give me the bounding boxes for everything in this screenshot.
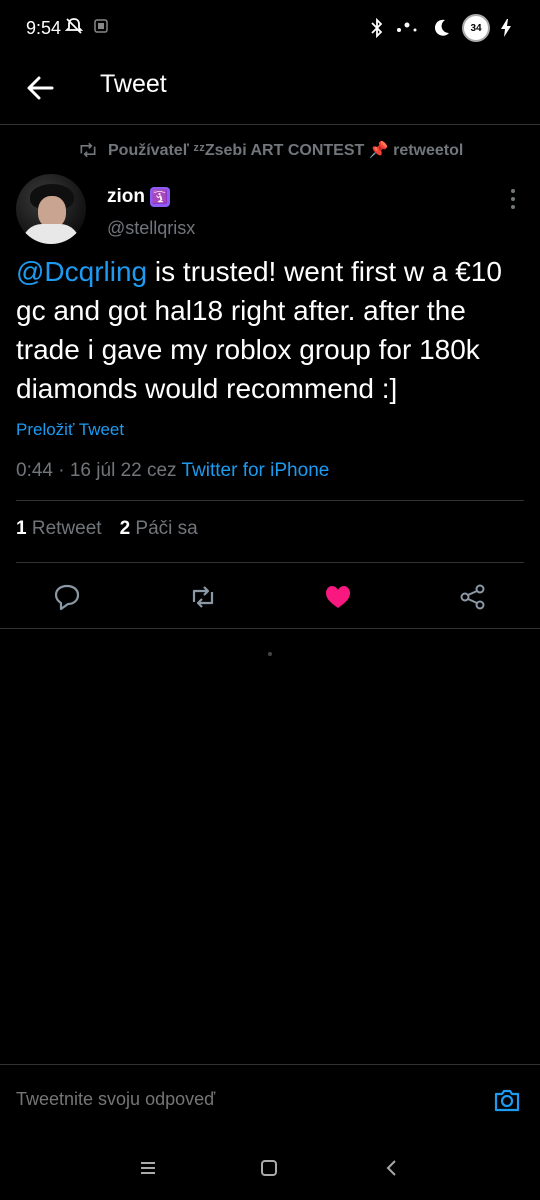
likes-count: 2: [119, 518, 131, 539]
tweet-text: @Dcqrling is trusted! went first w a €10…: [16, 252, 526, 408]
author-handle[interactable]: @stellqrisx: [107, 218, 195, 239]
home-icon[interactable]: [257, 1156, 281, 1180]
author-name-text: zion: [107, 186, 145, 207]
retweets-stat[interactable]: 1 Retweet: [16, 518, 102, 540]
retweet-icon[interactable]: [188, 582, 218, 612]
divider: [16, 500, 524, 501]
author-name[interactable]: zion 🛐: [107, 186, 170, 208]
mute-notification-icon: [64, 18, 84, 34]
back-nav-icon[interactable]: [380, 1156, 404, 1180]
reply-icon[interactable]: [52, 582, 82, 612]
battery-icon: 34: [462, 14, 490, 42]
tweet-actions: [0, 570, 540, 628]
recent-apps-icon[interactable]: [136, 1156, 160, 1180]
back-arrow-icon[interactable]: [22, 70, 58, 106]
retweets-label: Retweet: [31, 518, 102, 539]
bluetooth-icon: [371, 18, 383, 38]
divider: [0, 628, 540, 629]
system-nav-bar: [0, 1136, 540, 1200]
reply-bar: [0, 1064, 540, 1129]
tweet-meta: 0:44 · 16 júl 22 cez Twitter for iPhone: [16, 460, 329, 482]
page-title: Tweet: [100, 70, 167, 98]
status-right-icons: 34: [370, 14, 512, 42]
retweeted-by-label: Používateľ ᶻᶻZsebi ART CONTEST 📌 retweet…: [108, 142, 464, 159]
share-icon[interactable]: [458, 582, 488, 612]
more-options-icon[interactable]: [506, 188, 520, 210]
retweet-small-icon: [80, 142, 96, 158]
likes-stat[interactable]: 2 Páči sa: [120, 518, 198, 540]
divider: [16, 562, 524, 563]
status-time: 9:54: [26, 18, 62, 38]
charging-icon: [501, 19, 511, 37]
camera-icon[interactable]: [492, 1085, 522, 1115]
top-bar: Tweet: [0, 56, 540, 125]
tweet-stats: 1 Retweet 2 Páči sa: [16, 518, 198, 540]
status-left-icons: [64, 16, 108, 36]
tweet-mention[interactable]: @Dcqrling: [16, 256, 147, 287]
retweeted-by-line[interactable]: Používateľ ᶻᶻZsebi ART CONTEST 📌 retweet…: [78, 140, 463, 160]
like-icon[interactable]: [323, 582, 353, 612]
avatar[interactable]: [16, 174, 86, 244]
sparkle-icon: [397, 22, 417, 32]
moon-icon: [434, 19, 449, 36]
reply-input[interactable]: [16, 1089, 476, 1110]
translate-tweet-link[interactable]: Preložiť Tweet: [16, 420, 124, 440]
likes-label: Páči sa: [135, 518, 198, 539]
retweets-count: 1: [16, 518, 27, 539]
screenshot-icon: [94, 19, 108, 33]
tweet-source[interactable]: Twitter for iPhone: [181, 460, 329, 481]
tweet-time-date: 0:44 · 16 júl 22 cez: [16, 460, 182, 481]
author-badge-emoji: 🛐: [150, 187, 170, 207]
loading-dot: [268, 652, 272, 656]
status-bar: 9:54 34: [0, 0, 540, 56]
